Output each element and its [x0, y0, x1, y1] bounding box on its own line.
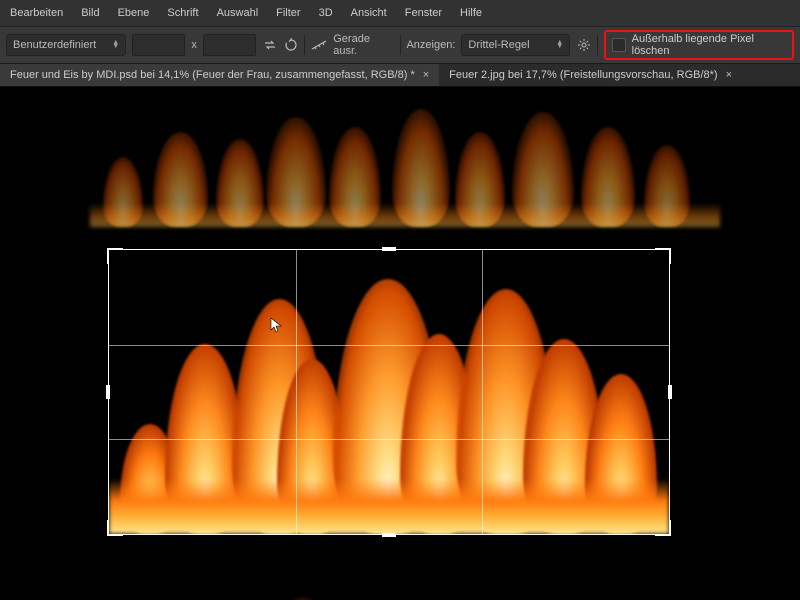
- crop-handle-tr[interactable]: [655, 248, 671, 264]
- crop-preset-value: Benutzerdefiniert: [13, 39, 96, 51]
- menu-auswahl[interactable]: Auswahl: [217, 7, 259, 19]
- crop-height-input[interactable]: [203, 34, 256, 56]
- crop-grid-line: [482, 250, 483, 534]
- menu-schrift[interactable]: Schrift: [167, 7, 198, 19]
- menu-ebene[interactable]: Ebene: [118, 7, 150, 19]
- overlay-view-select[interactable]: Drittel-Regel ▲▼: [461, 34, 570, 56]
- crop-handle-bottom[interactable]: [382, 533, 396, 537]
- crop-grid-line: [296, 250, 297, 534]
- crop-handle-tl[interactable]: [107, 248, 123, 264]
- document-tab-label: Feuer 2.jpg bei 17,7% (Freistellungsvors…: [449, 69, 717, 81]
- select-arrows-icon: ▲▼: [112, 41, 119, 49]
- menu-fenster[interactable]: Fenster: [405, 7, 442, 19]
- cursor-icon: [270, 317, 282, 333]
- crop-grid-line: [109, 345, 669, 346]
- canvas-area[interactable]: [0, 87, 800, 600]
- reset-icon[interactable]: [283, 37, 298, 53]
- menu-3d[interactable]: 3D: [319, 7, 333, 19]
- straighten-label[interactable]: Gerade ausr.: [333, 33, 393, 57]
- menu-bar: Bearbeiten Bild Ebene Schrift Auswahl Fi…: [0, 0, 800, 26]
- straighten-icon[interactable]: [311, 37, 327, 53]
- menu-hilfe[interactable]: Hilfe: [460, 7, 482, 19]
- view-label: Anzeigen:: [406, 39, 455, 51]
- crop-handle-top[interactable]: [382, 247, 396, 251]
- select-arrows-icon: ▲▼: [556, 41, 563, 49]
- delete-cropped-pixels-option: Außerhalb liegende Pixel löschen: [604, 30, 794, 60]
- delete-cropped-pixels-checkbox[interactable]: [612, 38, 625, 52]
- overlay-view-value: Drittel-Regel: [468, 39, 529, 51]
- document-tab-label: Feuer und Eis by MDI.psd bei 14,1% (Feue…: [10, 69, 415, 81]
- crop-handle-left[interactable]: [106, 385, 110, 399]
- crop-handle-bl[interactable]: [107, 520, 123, 536]
- document-tab-2[interactable]: Feuer 2.jpg bei 17,7% (Freistellungsvors…: [439, 64, 742, 86]
- document-tab-1[interactable]: Feuer und Eis by MDI.psd bei 14,1% (Feue…: [0, 64, 439, 86]
- dimension-separator: x: [191, 39, 197, 51]
- background-fire-image: [90, 97, 720, 227]
- crop-fire-image: [109, 250, 669, 534]
- document-tabs: Feuer und Eis by MDI.psd bei 14,1% (Feue…: [0, 64, 800, 87]
- close-icon[interactable]: ×: [423, 69, 429, 81]
- crop-grid-line: [109, 439, 669, 440]
- crop-handle-right[interactable]: [668, 385, 672, 399]
- menu-ansicht[interactable]: Ansicht: [351, 7, 387, 19]
- swap-icon[interactable]: [262, 37, 277, 53]
- crop-region[interactable]: [108, 249, 670, 535]
- close-icon[interactable]: ×: [726, 69, 732, 81]
- background-fire-bottom: [195, 587, 455, 600]
- crop-width-input[interactable]: [132, 34, 185, 56]
- menu-bild[interactable]: Bild: [81, 7, 99, 19]
- menu-filter[interactable]: Filter: [276, 7, 300, 19]
- menu-bearbeiten[interactable]: Bearbeiten: [10, 7, 63, 19]
- crop-preset-select[interactable]: Benutzerdefiniert ▲▼: [6, 34, 126, 56]
- tool-options-bar: Benutzerdefiniert ▲▼ x Gerade ausr. Anze…: [0, 26, 800, 64]
- delete-cropped-pixels-label: Außerhalb liegende Pixel löschen: [632, 33, 786, 57]
- crop-handle-br[interactable]: [655, 520, 671, 536]
- gear-icon[interactable]: [576, 37, 591, 53]
